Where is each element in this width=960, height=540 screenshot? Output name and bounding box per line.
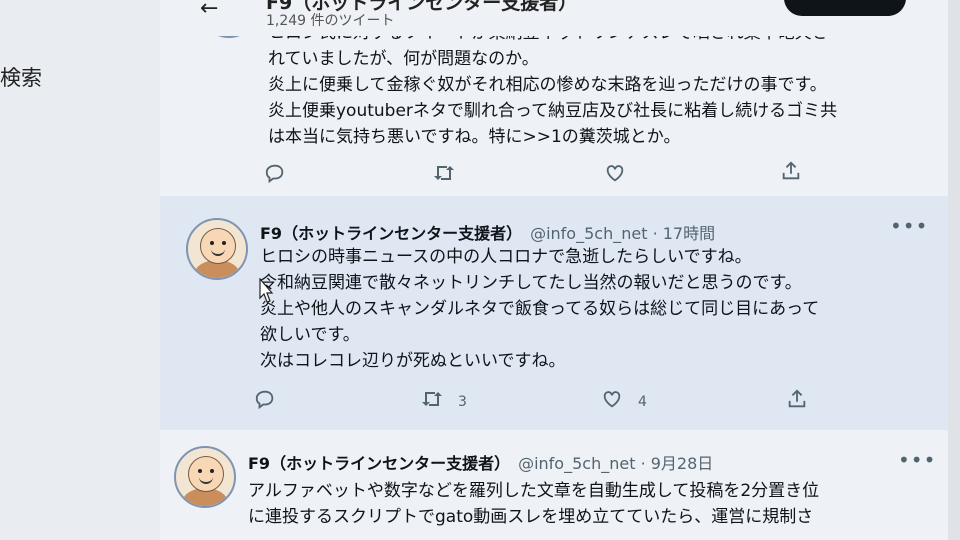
back-arrow-icon[interactable]: ← [200, 0, 218, 21]
author-name[interactable]: F9（ホットラインセンター支援者） [248, 454, 510, 473]
reply-icon [264, 162, 286, 189]
retweet-icon [432, 162, 456, 189]
retweet-button[interactable]: 3 [420, 388, 467, 415]
tweet-time[interactable]: 9月28日 [651, 454, 714, 473]
retweet-icon [420, 388, 444, 415]
mouse-cursor-icon [259, 278, 274, 303]
heart-icon [600, 388, 624, 415]
heart-icon [604, 162, 626, 189]
retweet-count: 3 [458, 393, 467, 410]
author-handle[interactable]: @info_5ch_net [518, 454, 635, 473]
author-name[interactable]: F9（ホットラインセンター支援者） [260, 224, 522, 243]
left-nav: 検索 [0, 0, 180, 540]
like-button[interactable] [604, 162, 626, 189]
avatar[interactable] [186, 218, 248, 280]
tweet[interactable]: F9（ホットラインセンター支援者） @info_5ch_net · 9月28日 •… [160, 430, 948, 540]
share-icon [786, 388, 808, 415]
tweet-count: 1,249 件のツイート [266, 13, 395, 29]
profile-header: ← F9（ホットラインセンター支援者） 1,249 件のツイート [180, 0, 920, 36]
tweet-time[interactable]: 17時間 [663, 224, 715, 243]
tweet-text: ヒロシの時事ニュースの中の人コロナで急逝したらしいですね。 令和納豆関連で散々ネ… [260, 244, 819, 374]
separator: · [640, 454, 646, 473]
like-count: 4 [638, 393, 647, 410]
screen: 検索 ヒロシ氏に対するツイートが某納豆ネットリンチスレで晒され集中砲火さ れてい… [0, 0, 960, 540]
tweet-line: は本当に気持ち悪いですね。特に>>1の糞茨城とか。 [268, 127, 681, 147]
tweet-line: 次はコレコレ辺りが死ぬといいですね。 [260, 351, 566, 371]
tweet-line: 令和納豆関連で散々ネットリンチしてたし当然の報いだと思うのです。 [260, 273, 802, 293]
tweet-text: ヒロシ氏に対するツイートが某納豆ネットリンチスレで晒され集中砲火さ れていました… [268, 20, 837, 150]
more-icon[interactable]: ••• [890, 214, 928, 238]
retweet-button[interactable] [432, 162, 456, 189]
tweet-header: F9（ホットラインセンター支援者） @info_5ch_net · 17時間 [260, 220, 715, 244]
author-handle[interactable]: @info_5ch_net [530, 224, 647, 243]
share-button[interactable] [786, 388, 808, 415]
tweet-line: 欲しいです。 [260, 325, 360, 345]
reply-button[interactable] [264, 162, 286, 189]
tweet-line: 炎上に便乗して金稼ぐ奴がそれ相応の惨めな末路を辿っただけの事です。 [268, 75, 827, 95]
separator: · [652, 224, 658, 243]
reply-button[interactable] [254, 388, 276, 415]
nav-search-link[interactable]: 検索 [0, 62, 42, 92]
share-icon [780, 160, 802, 187]
tweet-line: 炎上や他人のスキャンダルネタで飯食ってる奴らは総じて同じ目にあって [260, 299, 820, 319]
tweet-header: F9（ホットラインセンター支援者） @info_5ch_net · 9月28日 [248, 450, 713, 474]
header-action-button[interactable] [784, 0, 906, 16]
tweet-line: アルファベットや数字などを羅列した文章を自動生成して投稿を2分置き位 [248, 481, 820, 501]
reply-icon [254, 388, 276, 415]
more-icon[interactable]: ••• [898, 448, 936, 472]
tweet-line: ヒロシの時事ニュースの中の人コロナで急逝したらしいですね。 [260, 247, 752, 267]
share-button[interactable] [780, 160, 802, 187]
tweet-line: に連投するスクリプトでgato動画スレを埋め立てていたら、運営に規制さ [248, 507, 814, 527]
tweet-text: アルファベットや数字などを羅列した文章を自動生成して投稿を2分置き位 に連投する… [248, 478, 819, 530]
avatar[interactable] [174, 446, 236, 508]
tweet[interactable]: F9（ホットラインセンター支援者） @info_5ch_net · 17時間 ••… [160, 196, 948, 431]
tweet-line: れていましたが、何が問題なのか。 [268, 49, 539, 69]
tweet-line: 炎上便乗youtuberネタで馴れ合って納豆店及び社長に粘着し続けるゴミ共 [268, 101, 838, 121]
like-button[interactable]: 4 [600, 388, 647, 415]
